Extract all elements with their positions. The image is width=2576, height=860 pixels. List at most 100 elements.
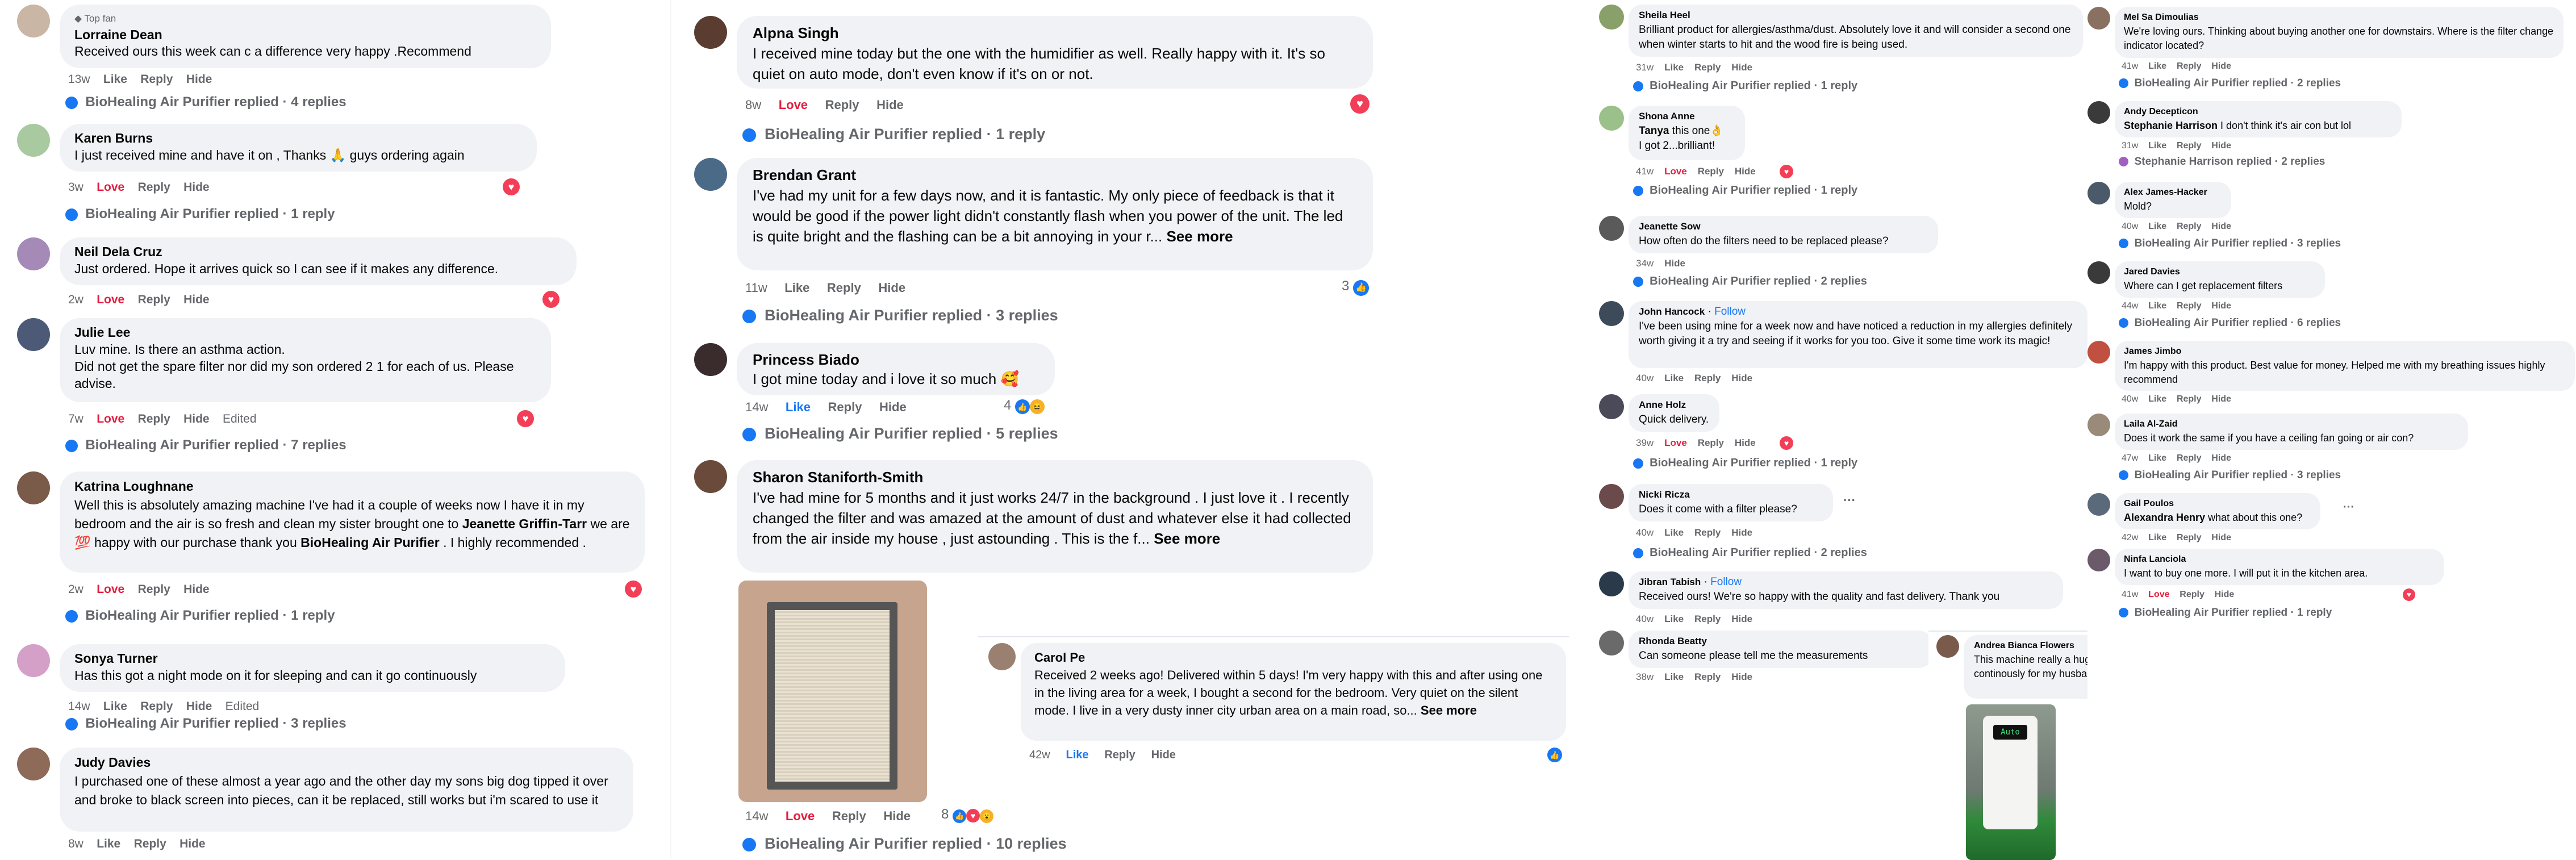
hide-button[interactable]: Hide: [1151, 749, 1176, 762]
avatar[interactable]: [2087, 341, 2110, 364]
avatar[interactable]: [2087, 182, 2110, 204]
commenter-name[interactable]: Alex James-Hacker: [2124, 185, 2222, 199]
commenter-name[interactable]: Lorraine Dean: [74, 27, 536, 43]
view-replies-link[interactable]: BioHealing Air Purifier replied · 2 repl…: [1633, 275, 1867, 288]
hide-button[interactable]: Hide: [2211, 141, 2231, 151]
hide-button[interactable]: Hide: [183, 293, 210, 307]
avatar[interactable]: [17, 124, 50, 157]
hide-button[interactable]: Hide: [1664, 258, 1685, 269]
avatar[interactable]: [2087, 101, 2110, 124]
reply-button[interactable]: Reply: [2180, 590, 2205, 600]
avatar[interactable]: [1599, 216, 1624, 241]
avatar[interactable]: [17, 237, 50, 270]
avatar[interactable]: [694, 343, 727, 376]
love-button[interactable]: Love: [2148, 590, 2169, 600]
view-replies-link[interactable]: BioHealing Air Purifier replied · 3 repl…: [742, 307, 1058, 324]
like-button[interactable]: Like: [1664, 373, 1684, 384]
avatar[interactable]: [1599, 484, 1624, 509]
commenter-name[interactable]: Sharon Staniforth-Smith: [753, 467, 1357, 487]
follow-button[interactable]: Follow: [1714, 306, 1746, 318]
timestamp[interactable]: 38w: [1636, 671, 1654, 683]
timestamp[interactable]: 14w: [745, 809, 768, 824]
hide-button[interactable]: Hide: [2215, 590, 2235, 600]
commenter-name[interactable]: Gail Poulos: [2124, 496, 2311, 511]
reply-button[interactable]: Reply: [2177, 141, 2202, 151]
commenter-name[interactable]: Ninfa Lanciola: [2124, 552, 2435, 566]
avatar[interactable]: [17, 748, 50, 780]
see-more-link[interactable]: See more: [1154, 530, 1220, 547]
avatar[interactable]: [17, 5, 50, 37]
timestamp[interactable]: 47w: [2122, 453, 2138, 464]
avatar[interactable]: [2087, 7, 2110, 30]
like-button[interactable]: Like: [103, 73, 127, 86]
commenter-name[interactable]: Alpna Singh: [753, 23, 1357, 43]
avatar[interactable]: [1599, 301, 1624, 326]
mention-link[interactable]: BioHealing Air Purifier: [300, 535, 440, 550]
reply-button[interactable]: Reply: [134, 837, 166, 851]
reply-button[interactable]: Reply: [1694, 527, 1721, 538]
commenter-name[interactable]: Jeanette Sow: [1639, 219, 1928, 234]
avatar[interactable]: [694, 460, 727, 493]
reply-button[interactable]: Reply: [2177, 453, 2202, 464]
reply-button[interactable]: Reply: [1104, 749, 1135, 762]
commenter-name[interactable]: Anne Holz: [1639, 398, 1709, 412]
hide-button[interactable]: Hide: [179, 837, 206, 851]
love-reaction-icon[interactable]: ♥: [542, 291, 560, 308]
reply-button[interactable]: Reply: [2177, 533, 2202, 543]
reply-button[interactable]: Reply: [138, 412, 170, 426]
reply-button[interactable]: Reply: [2177, 222, 2202, 232]
commenter-name[interactable]: Laila Al-Zaid: [2124, 417, 2459, 431]
more-options-icon[interactable]: ···: [2343, 501, 2354, 514]
commenter-name[interactable]: Carol Pe: [1034, 649, 1552, 666]
timestamp[interactable]: 11w: [745, 281, 767, 295]
view-replies-link[interactable]: BioHealing Air Purifier replied · 6 repl…: [2119, 317, 2341, 329]
reply-button[interactable]: Reply: [138, 583, 170, 596]
reply-button[interactable]: Reply: [2177, 301, 2202, 311]
reply-button[interactable]: Reply: [1694, 62, 1721, 73]
view-replies-link[interactable]: BioHealing Air Purifier replied · 1 repl…: [742, 126, 1045, 143]
timestamp[interactable]: 14w: [68, 700, 90, 713]
reply-button[interactable]: Reply: [1694, 671, 1721, 683]
reaction-summary[interactable]: 3 👍: [1342, 278, 1370, 296]
hide-button[interactable]: Hide: [1731, 671, 1752, 683]
reply-button[interactable]: Reply: [825, 98, 859, 112]
timestamp[interactable]: 14w: [745, 400, 768, 415]
timestamp[interactable]: 42w: [1029, 749, 1050, 762]
like-button[interactable]: Like: [1066, 749, 1089, 762]
avatar[interactable]: [1599, 571, 1624, 596]
like-button[interactable]: Like: [784, 281, 809, 295]
commenter-name[interactable]: James Jimbo: [2124, 344, 2566, 358]
reply-button[interactable]: Reply: [1698, 437, 1724, 449]
hide-button[interactable]: Hide: [2211, 301, 2231, 311]
timestamp[interactable]: 7w: [68, 412, 83, 426]
like-button[interactable]: Like: [2148, 141, 2166, 151]
hide-button[interactable]: Hide: [1731, 527, 1752, 538]
mention-link[interactable]: Alexandra Henry: [2124, 512, 2205, 523]
view-replies-link[interactable]: BioHealing Air Purifier replied · 4 repl…: [65, 94, 346, 110]
love-reaction-icon[interactable]: ♥: [625, 581, 642, 598]
love-button[interactable]: Love: [97, 293, 124, 307]
timestamp[interactable]: 44w: [2122, 301, 2138, 311]
reply-button[interactable]: Reply: [138, 293, 170, 307]
like-button[interactable]: Like: [2148, 394, 2166, 404]
commenter-name[interactable]: Julie Lee: [74, 324, 536, 341]
timestamp[interactable]: 31w: [1636, 62, 1654, 73]
like-button[interactable]: Like: [2148, 453, 2166, 464]
hide-button[interactable]: Hide: [1731, 373, 1752, 384]
view-replies-link[interactable]: BioHealing Air Purifier replied · 1 repl…: [2119, 607, 2332, 619]
timestamp[interactable]: 2w: [68, 293, 83, 307]
timestamp[interactable]: 39w: [1636, 437, 1654, 449]
commenter-name[interactable]: Nicki Ricza: [1639, 487, 1823, 502]
timestamp[interactable]: 40w: [1636, 373, 1654, 384]
reaction-summary[interactable]: 4 👍 😆: [1004, 398, 1045, 414]
timestamp[interactable]: 31w: [2122, 141, 2138, 151]
more-options-icon[interactable]: ···: [1843, 493, 1856, 508]
timestamp[interactable]: 2w: [68, 583, 83, 596]
avatar[interactable]: [1936, 635, 1959, 658]
mention-link[interactable]: Jeanette Griffin-Tarr: [462, 516, 587, 531]
avatar[interactable]: [1599, 394, 1624, 419]
commenter-name[interactable]: Sheila Heel: [1639, 8, 2073, 23]
avatar[interactable]: [17, 318, 50, 351]
view-replies-link[interactable]: BioHealing Air Purifier replied · 1 repl…: [65, 608, 335, 624]
timestamp[interactable]: 41w: [2122, 590, 2138, 600]
